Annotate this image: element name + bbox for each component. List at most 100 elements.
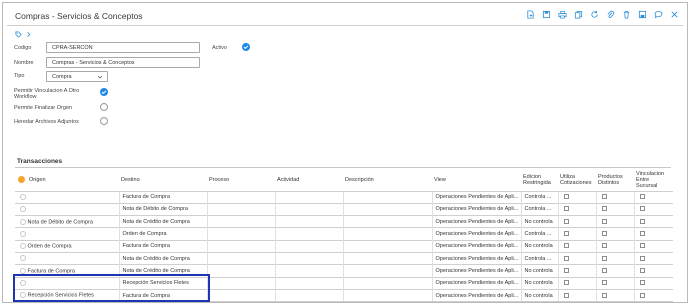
utiliza-cell[interactable] xyxy=(557,215,596,228)
productos-cell[interactable] xyxy=(595,264,634,278)
destino-cell[interactable]: Factura de Compra xyxy=(118,288,207,303)
origen-cell[interactable] xyxy=(15,227,119,241)
row-select-radio[interactable] xyxy=(20,280,26,286)
destino-cell[interactable]: Recepción Servicios Fletes xyxy=(118,276,207,290)
utiliza-cotizaciones-checkbox[interactable] xyxy=(563,255,569,261)
productos-cell[interactable] xyxy=(595,227,634,241)
view-cell[interactable]: Operaciones Pendientes de Apli... xyxy=(431,202,521,216)
refresh-icon[interactable] xyxy=(589,9,599,19)
origen-cell[interactable]: Factura de Compra xyxy=(15,264,119,278)
vinculacion-sucursal-checkbox[interactable] xyxy=(639,231,645,237)
descripcion-cell[interactable] xyxy=(342,288,432,303)
edicion-cell[interactable]: No controla xyxy=(520,239,558,253)
view-cell[interactable]: Operaciones Pendientes de Apli... xyxy=(431,251,521,265)
utiliza-cotizaciones-checkbox[interactable] xyxy=(563,267,569,273)
origen-cell[interactable] xyxy=(15,190,119,204)
proceso-cell[interactable] xyxy=(206,276,275,290)
origen-cell[interactable] xyxy=(15,276,119,290)
proceso-cell[interactable] xyxy=(206,215,275,228)
edicion-cell[interactable]: Controla ... xyxy=(520,202,558,216)
productos-cell[interactable] xyxy=(595,215,634,228)
column-header-edicion[interactable]: Edicion Restringida xyxy=(521,169,558,191)
productos-distintos-checkbox[interactable] xyxy=(601,206,607,212)
proceso-cell[interactable] xyxy=(206,202,275,216)
productos-cell[interactable] xyxy=(595,190,634,204)
destino-cell[interactable]: Nota de Crédito de Compra xyxy=(118,264,207,278)
row-select-radio[interactable] xyxy=(20,267,26,274)
view-cell[interactable]: Operaciones Pendientes de Apli... xyxy=(431,264,521,278)
origen-cell[interactable] xyxy=(15,202,119,216)
print-icon[interactable] xyxy=(557,9,567,19)
utiliza-cell[interactable] xyxy=(557,288,596,303)
productos-cell[interactable] xyxy=(595,239,634,253)
view-cell[interactable]: Operaciones Pendientes de Apli... xyxy=(431,190,521,204)
descripcion-cell[interactable] xyxy=(342,215,432,228)
descripcion-cell[interactable] xyxy=(342,202,432,216)
utiliza-cotizaciones-checkbox[interactable] xyxy=(563,292,569,298)
actividad-cell[interactable] xyxy=(274,202,343,216)
vinculacion-cell[interactable] xyxy=(633,202,673,216)
productos-cell[interactable] xyxy=(595,276,634,290)
actividad-cell[interactable] xyxy=(274,215,343,228)
descripcion-cell[interactable] xyxy=(342,190,432,204)
view-cell[interactable]: Operaciones Pendientes de Apli... xyxy=(431,276,521,290)
column-header-origen[interactable]: Origen xyxy=(15,169,119,191)
view-cell[interactable]: Operaciones Pendientes de Apli... xyxy=(431,288,521,303)
column-header-view[interactable]: View xyxy=(432,169,521,191)
productos-distintos-checkbox[interactable] xyxy=(601,231,607,237)
table-row[interactable]: Recepción Servicios Fletes Factura de Com… xyxy=(15,288,673,303)
row-select-radio[interactable] xyxy=(20,206,26,213)
utiliza-cell[interactable] xyxy=(557,264,596,278)
row-select-radio[interactable] xyxy=(20,243,26,250)
utiliza-cotizaciones-checkbox[interactable] xyxy=(563,218,569,224)
column-header-proceso[interactable]: Proceso xyxy=(207,169,275,191)
productos-distintos-checkbox[interactable] xyxy=(601,267,607,273)
table-row[interactable]: Orden de Compra Operaciones Pendientes de… xyxy=(15,227,673,241)
utiliza-cotizaciones-checkbox[interactable] xyxy=(563,280,569,286)
vinculacion-sucursal-checkbox[interactable] xyxy=(639,255,645,261)
activo-checkbox[interactable] xyxy=(242,43,250,51)
column-header-destino[interactable]: Destino xyxy=(119,169,207,191)
delete-icon[interactable] xyxy=(621,9,631,19)
utiliza-cell[interactable] xyxy=(557,276,596,290)
vinculacion-cell[interactable] xyxy=(633,276,673,290)
vinculacion-cell[interactable] xyxy=(633,215,673,228)
table-row[interactable]: Factura de Compra Operaciones Pendientes … xyxy=(15,190,673,204)
edicion-cell[interactable]: Controla ... xyxy=(520,190,558,204)
vinculacion-cell[interactable] xyxy=(633,251,673,265)
descripcion-cell[interactable] xyxy=(342,227,432,241)
nombre-field[interactable]: Compras - Servicios & Conceptos xyxy=(46,57,200,68)
actividad-cell[interactable] xyxy=(274,190,343,204)
origen-cell[interactable] xyxy=(15,251,119,265)
actividad-cell[interactable] xyxy=(274,288,343,303)
column-header-utiliza[interactable]: Utiliza Cotizaciones xyxy=(558,169,596,191)
utiliza-cotizaciones-checkbox[interactable] xyxy=(563,194,569,200)
productos-distintos-checkbox[interactable] xyxy=(601,218,607,224)
productos-distintos-checkbox[interactable] xyxy=(601,243,607,249)
save-close-icon[interactable] xyxy=(637,9,647,19)
edicion-cell[interactable]: No controla xyxy=(520,276,558,290)
productos-cell[interactable] xyxy=(595,251,634,265)
vinculacion-cell[interactable] xyxy=(633,264,673,278)
descripcion-cell[interactable] xyxy=(342,251,432,265)
table-row[interactable]: Factura de Compra Nota de Crédito de Comp… xyxy=(15,264,673,278)
chevron-right-icon[interactable] xyxy=(25,31,32,38)
destino-cell[interactable]: Nota de Débito de Compra xyxy=(118,202,207,216)
productos-distintos-checkbox[interactable] xyxy=(601,255,607,261)
view-cell[interactable]: Operaciones Pendientes de Apli... xyxy=(431,215,521,228)
productos-cell[interactable] xyxy=(595,288,634,303)
productos-cell[interactable] xyxy=(595,202,634,216)
proceso-cell[interactable] xyxy=(206,227,275,241)
destino-cell[interactable]: Factura de Compra xyxy=(118,190,207,204)
vinculacion-sucursal-checkbox[interactable] xyxy=(639,267,645,273)
destino-cell[interactable]: Nota de Crédito de Compra xyxy=(118,215,207,228)
table-row[interactable]: Nota de Débito de Compra Operaciones Pend… xyxy=(15,202,673,216)
view-cell[interactable]: Operaciones Pendientes de Apli... xyxy=(431,239,521,253)
utiliza-cell[interactable] xyxy=(557,227,596,241)
utiliza-cell[interactable] xyxy=(557,202,596,216)
vinculacion-sucursal-checkbox[interactable] xyxy=(639,194,645,200)
destino-cell[interactable]: Factura de Compra xyxy=(118,239,207,253)
edicion-cell[interactable]: Controla ... xyxy=(520,251,558,265)
new-document-icon[interactable] xyxy=(525,9,535,19)
tag-icon[interactable] xyxy=(15,31,22,38)
